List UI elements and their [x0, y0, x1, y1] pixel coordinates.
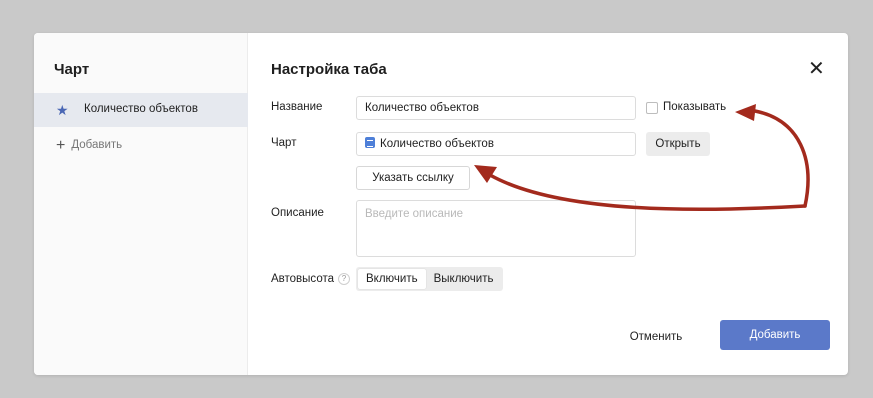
star-icon: ★ [56, 102, 69, 118]
chart-icon [365, 137, 375, 148]
autoheight-off-option[interactable]: Выключить [426, 269, 502, 289]
help-icon[interactable]: ? [338, 273, 350, 285]
description-textarea[interactable]: Введите описание [356, 200, 636, 257]
dialog-title: Настройка таба [271, 61, 387, 78]
close-icon[interactable]: ✕ [808, 59, 825, 79]
autoheight-label-text: Автовысота [271, 273, 334, 285]
set-link-button[interactable]: Указать ссылку [356, 166, 470, 190]
autoheight-toggle: Включить Выключить [356, 267, 504, 291]
autoheight-label: Автовысота? [271, 273, 350, 285]
add-button[interactable]: Добавить [720, 320, 830, 350]
chart-label: Чарт [271, 137, 297, 149]
cancel-button[interactable]: Отменить [620, 322, 692, 352]
chart-selector[interactable]: Количество объектов [356, 132, 636, 156]
description-label: Описание [271, 207, 324, 219]
sidebar-item-chart[interactable]: ★ Количество объектов [34, 93, 248, 127]
name-label: Название [271, 101, 323, 113]
tab-settings-dialog: Чарт ★ Количество объектов + Добавить Нас… [34, 33, 848, 375]
chart-value: Количество объектов [380, 138, 494, 150]
add-chart-label: Добавить [71, 139, 123, 151]
sidebar-title: Чарт [54, 61, 90, 78]
autoheight-on-option[interactable]: Включить [358, 269, 426, 289]
show-label[interactable]: Показывать [663, 101, 726, 113]
add-chart-button[interactable]: + Добавить [56, 137, 122, 155]
sidebar: Чарт ★ Количество объектов + Добавить [34, 33, 248, 375]
plus-icon: + [56, 137, 66, 154]
show-checkbox[interactable] [646, 102, 658, 114]
sidebar-item-label: Количество объектов [84, 103, 198, 115]
name-field[interactable]: Количество объектов [356, 96, 636, 120]
open-button[interactable]: Открыть [646, 132, 710, 156]
